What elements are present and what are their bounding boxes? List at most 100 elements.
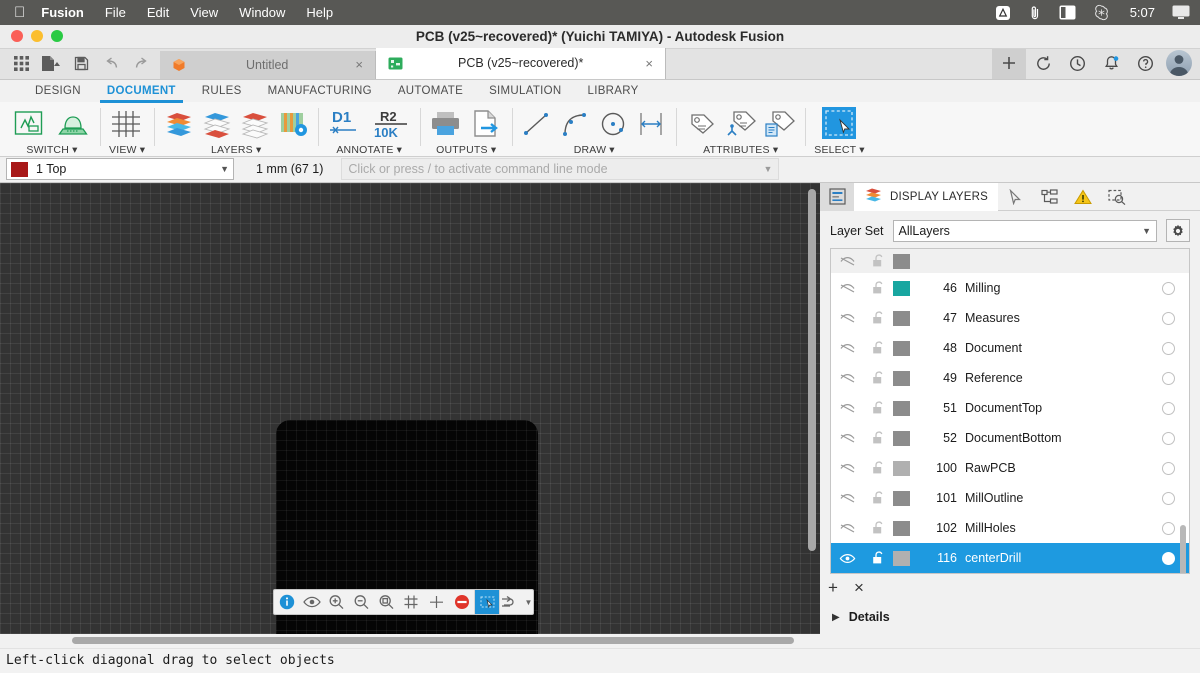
zoom-out-icon[interactable] (349, 590, 374, 614)
layer-active-radio[interactable] (1162, 521, 1175, 535)
layer-color-swatch[interactable] (893, 400, 910, 416)
dimension-icon[interactable] (635, 109, 667, 139)
visibility-off-icon[interactable] (831, 256, 863, 267)
select-rectangle-icon[interactable] (474, 590, 499, 615)
ribbon-group-view-label[interactable]: VIEW ▾ (109, 144, 145, 156)
attribute-document-icon[interactable] (763, 109, 796, 139)
ribbon-tab-rules[interactable]: RULES (189, 80, 255, 102)
visibility-off-icon[interactable] (831, 403, 863, 414)
layer-color-swatch[interactable] (893, 520, 910, 536)
drc-inspect-icon[interactable] (1100, 183, 1134, 211)
menu-item-fusion[interactable]: Fusion (41, 5, 84, 20)
value-r2-10k-icon[interactable]: R2 10K (371, 108, 411, 140)
layer-color-swatch[interactable] (893, 280, 910, 296)
chevron-down-icon[interactable]: ▼ (525, 598, 533, 607)
sync-icon[interactable] (1026, 48, 1060, 79)
menu-item-help[interactable]: Help (306, 5, 333, 20)
chevron-down-icon[interactable]: ▼ (220, 164, 229, 174)
add-tab-icon[interactable] (992, 47, 1026, 79)
design-tree-icon[interactable] (1032, 183, 1066, 211)
menu-bar-clock[interactable]: 5:07 (1130, 5, 1155, 20)
display-icon[interactable] (1172, 5, 1190, 20)
chevron-down-icon[interactable]: ▼ (1142, 226, 1151, 236)
layer-color-swatch[interactable] (893, 490, 910, 506)
split-view-icon[interactable] (1059, 5, 1076, 20)
layer-active-radio[interactable] (1162, 461, 1175, 475)
menu-item-window[interactable]: Window (239, 5, 285, 20)
tab-pcb[interactable]: PCB (v25~recovered)* × (376, 47, 666, 79)
layer-row-reference[interactable]: 49 Reference (831, 363, 1189, 393)
info-icon[interactable] (274, 590, 299, 614)
unlock-icon[interactable] (863, 401, 893, 415)
visibility-off-icon[interactable] (831, 433, 863, 444)
circle-icon[interactable] (597, 109, 629, 139)
unlock-icon[interactable] (863, 431, 893, 445)
unlock-icon[interactable] (863, 521, 893, 535)
visibility-off-icon[interactable] (831, 523, 863, 534)
layer-row-milling[interactable]: 46 Milling (831, 273, 1189, 303)
visibility-off-icon[interactable] (831, 313, 863, 324)
ribbon-tab-simulation[interactable]: SIMULATION (476, 80, 574, 102)
command-line-input[interactable]: Click or press / to activate command lin… (341, 158, 780, 181)
canvas-vertical-scrollbar[interactable] (808, 189, 816, 552)
visibility-icon[interactable] (299, 590, 324, 614)
layer-active-radio[interactable] (1162, 551, 1175, 565)
layer-stack-red-icon[interactable] (163, 109, 195, 139)
active-layer-select[interactable]: 1 Top ▼ (6, 158, 234, 181)
chevron-down-icon[interactable]: ▼ (763, 164, 772, 174)
visibility-off-icon[interactable] (831, 343, 863, 354)
ribbon-tab-library[interactable]: LIBRARY (575, 80, 652, 102)
layer-stack-outline-icon[interactable] (239, 109, 271, 139)
settings-gear-icon[interactable] (1166, 219, 1190, 243)
ribbon-group-attributes-label[interactable]: ATTRIBUTES ▾ (703, 144, 778, 156)
layer-row-centerdrill[interactable]: 116 centerDrill (831, 543, 1189, 574)
chevron-right-icon[interactable]: ▶ (832, 612, 840, 623)
visibility-off-icon[interactable] (831, 283, 863, 294)
tab-display-layers[interactable]: DISPLAY LAYERS (854, 182, 999, 211)
attribute-tag-icon[interactable] (685, 109, 718, 139)
layer-list[interactable]: 46 Milling 47 Measures 48 Document 49 Re… (830, 248, 1190, 575)
layer-color-swatch[interactable] (893, 340, 910, 356)
print-icon[interactable] (429, 109, 463, 139)
no-entry-icon[interactable] (449, 590, 474, 614)
notifications-icon[interactable] (1094, 48, 1128, 79)
crosshair-icon[interactable] (424, 590, 449, 614)
new-document-icon[interactable] (38, 50, 64, 76)
layer-stack-blue-icon[interactable] (201, 109, 233, 139)
layer-list-scrollbar[interactable] (1180, 525, 1186, 574)
switch-to-schematic-icon[interactable] (13, 109, 49, 139)
warnings-icon[interactable] (1066, 183, 1100, 211)
redo-icon[interactable] (128, 50, 154, 76)
layer-settings-icon[interactable] (277, 109, 309, 139)
save-icon[interactable] (68, 50, 94, 76)
grid-toggle-icon[interactable] (399, 590, 424, 614)
visibility-off-icon[interactable] (831, 493, 863, 504)
menu-item-file[interactable]: File (105, 5, 126, 20)
unlock-icon[interactable] (863, 491, 893, 505)
layer-row-document[interactable]: 48 Document (831, 333, 1189, 363)
export-document-icon[interactable] (469, 109, 503, 139)
designator-d1-icon[interactable]: D1 (327, 108, 365, 140)
remove-layer-button[interactable]: × (854, 579, 864, 596)
layer-color-swatch[interactable] (893, 310, 910, 326)
minimize-button[interactable] (31, 30, 43, 43)
zoom-fit-icon[interactable] (374, 590, 399, 614)
ribbon-group-layers-label[interactable]: LAYERS ▾ (211, 144, 261, 156)
unlock-icon[interactable] (863, 311, 893, 325)
layer-row-measures[interactable]: 47 Measures (831, 303, 1189, 333)
pcb-canvas[interactable]: ▼ (0, 183, 820, 635)
cursor-icon[interactable] (998, 183, 1032, 211)
arc-icon[interactable] (559, 109, 591, 139)
layer-color-swatch[interactable] (893, 460, 910, 476)
layer-color-swatch[interactable] (893, 430, 910, 446)
add-layer-button[interactable]: + (828, 579, 838, 596)
paperclip-icon[interactable] (1028, 5, 1042, 21)
openai-icon[interactable] (1093, 4, 1110, 21)
zoom-button[interactable] (51, 30, 63, 43)
line-icon[interactable] (521, 109, 553, 139)
layer-active-radio[interactable] (1162, 491, 1175, 505)
help-icon[interactable] (1128, 48, 1162, 79)
ribbon-tab-design[interactable]: DESIGN (22, 80, 94, 102)
apple-logo-icon[interactable]:  (14, 5, 25, 20)
properties-panel-icon[interactable] (820, 182, 854, 211)
